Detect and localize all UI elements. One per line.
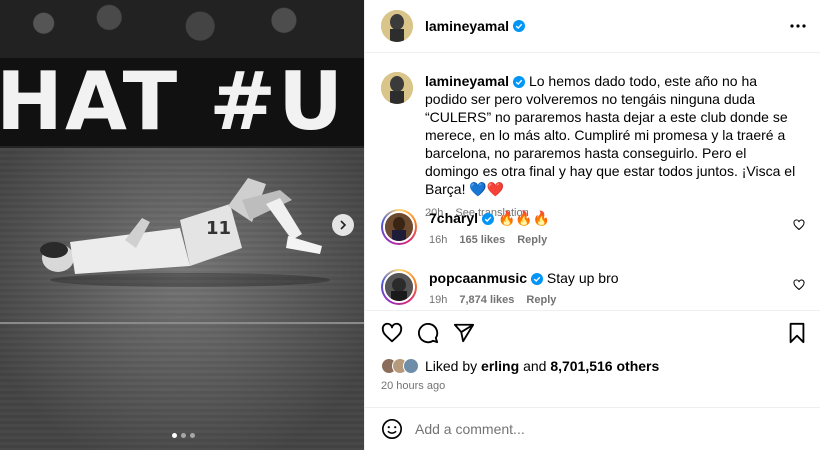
liker-avatars[interactable]: [381, 358, 419, 374]
crowd: [0, 0, 364, 58]
carousel-dot: [172, 433, 177, 438]
comment-likes[interactable]: 165 likes: [459, 231, 505, 249]
post-timestamp[interactable]: 20 hours ago: [381, 380, 445, 392]
story-ring[interactable]: [381, 209, 417, 245]
comment: 7charyl 🔥🔥🔥 16h 165 likes Reply: [381, 209, 805, 249]
verified-badge-icon: [513, 20, 526, 32]
more-horizontal-icon[interactable]: [789, 17, 807, 35]
comment-text: 🔥🔥🔥: [497, 210, 551, 226]
board-text: HAT #U: [0, 55, 346, 148]
story-ring[interactable]: [381, 269, 417, 305]
avatar[interactable]: [381, 72, 413, 104]
avatar: [383, 211, 415, 243]
heart-icon[interactable]: [381, 322, 403, 344]
likes-summary: Liked by erling and 8,701,516 others: [381, 358, 659, 374]
comment-time: 16h: [429, 234, 448, 246]
post-panel: lamineyamal lamineyamal Lo hemos dado to…: [364, 0, 820, 450]
likes-count-link[interactable]: 8,701,516 others: [550, 358, 659, 374]
comment-time: 19h: [429, 294, 448, 306]
verified-badge-icon: [531, 273, 544, 285]
add-comment-bar: [365, 407, 820, 450]
carousel-next-button[interactable]: [332, 214, 354, 236]
comment-likes[interactable]: 7,874 likes: [459, 291, 514, 309]
avatar[interactable]: [381, 10, 413, 42]
reply-button[interactable]: Reply: [517, 231, 547, 249]
stadium-background: HAT #U: [0, 0, 364, 160]
caption-text: Lo hemos dado todo, este año no ha podid…: [425, 73, 796, 197]
author-username[interactable]: lamineyamal: [425, 18, 509, 34]
comment-input[interactable]: [415, 421, 795, 437]
avatar: [383, 271, 415, 303]
comment-author[interactable]: 7charyl: [429, 210, 478, 226]
carousel-indicator: [172, 433, 195, 438]
pitch-line: [0, 322, 364, 324]
liked-by-conjunction: and: [523, 358, 547, 374]
comment-text: Stay up bro: [546, 270, 619, 286]
chevron-right-icon: [340, 220, 347, 230]
carousel-dot: [181, 433, 186, 438]
action-bar: [365, 310, 820, 354]
comment: popcaanmusic Stay up bro 19h 7,874 likes…: [381, 269, 805, 309]
comment-author[interactable]: popcaanmusic: [429, 270, 527, 286]
svg-text:11: 11: [206, 218, 231, 239]
like-comment-heart-icon[interactable]: [793, 279, 805, 291]
caption-author[interactable]: lamineyamal: [425, 73, 509, 89]
carousel-dot: [190, 433, 195, 438]
comments-list[interactable]: lamineyamal Lo hemos dado todo, este año…: [365, 54, 820, 310]
verified-badge-icon: [513, 76, 526, 88]
emoji-icon[interactable]: [381, 418, 403, 440]
like-comment-heart-icon[interactable]: [793, 219, 805, 231]
liked-by-user[interactable]: erling: [481, 358, 519, 374]
caption: lamineyamal Lo hemos dado todo, este año…: [381, 72, 801, 222]
post-media[interactable]: HAT #U 11: [0, 0, 364, 450]
bookmark-icon[interactable]: [787, 322, 807, 344]
avatar: [403, 358, 419, 374]
player-lying-figure: 11: [40, 178, 330, 287]
verified-badge-icon: [482, 213, 495, 225]
share-icon[interactable]: [453, 322, 475, 344]
post-header: lamineyamal: [365, 0, 820, 53]
liked-by-label: Liked by: [425, 358, 478, 374]
reply-button[interactable]: Reply: [526, 291, 556, 309]
comment-icon[interactable]: [417, 322, 439, 344]
